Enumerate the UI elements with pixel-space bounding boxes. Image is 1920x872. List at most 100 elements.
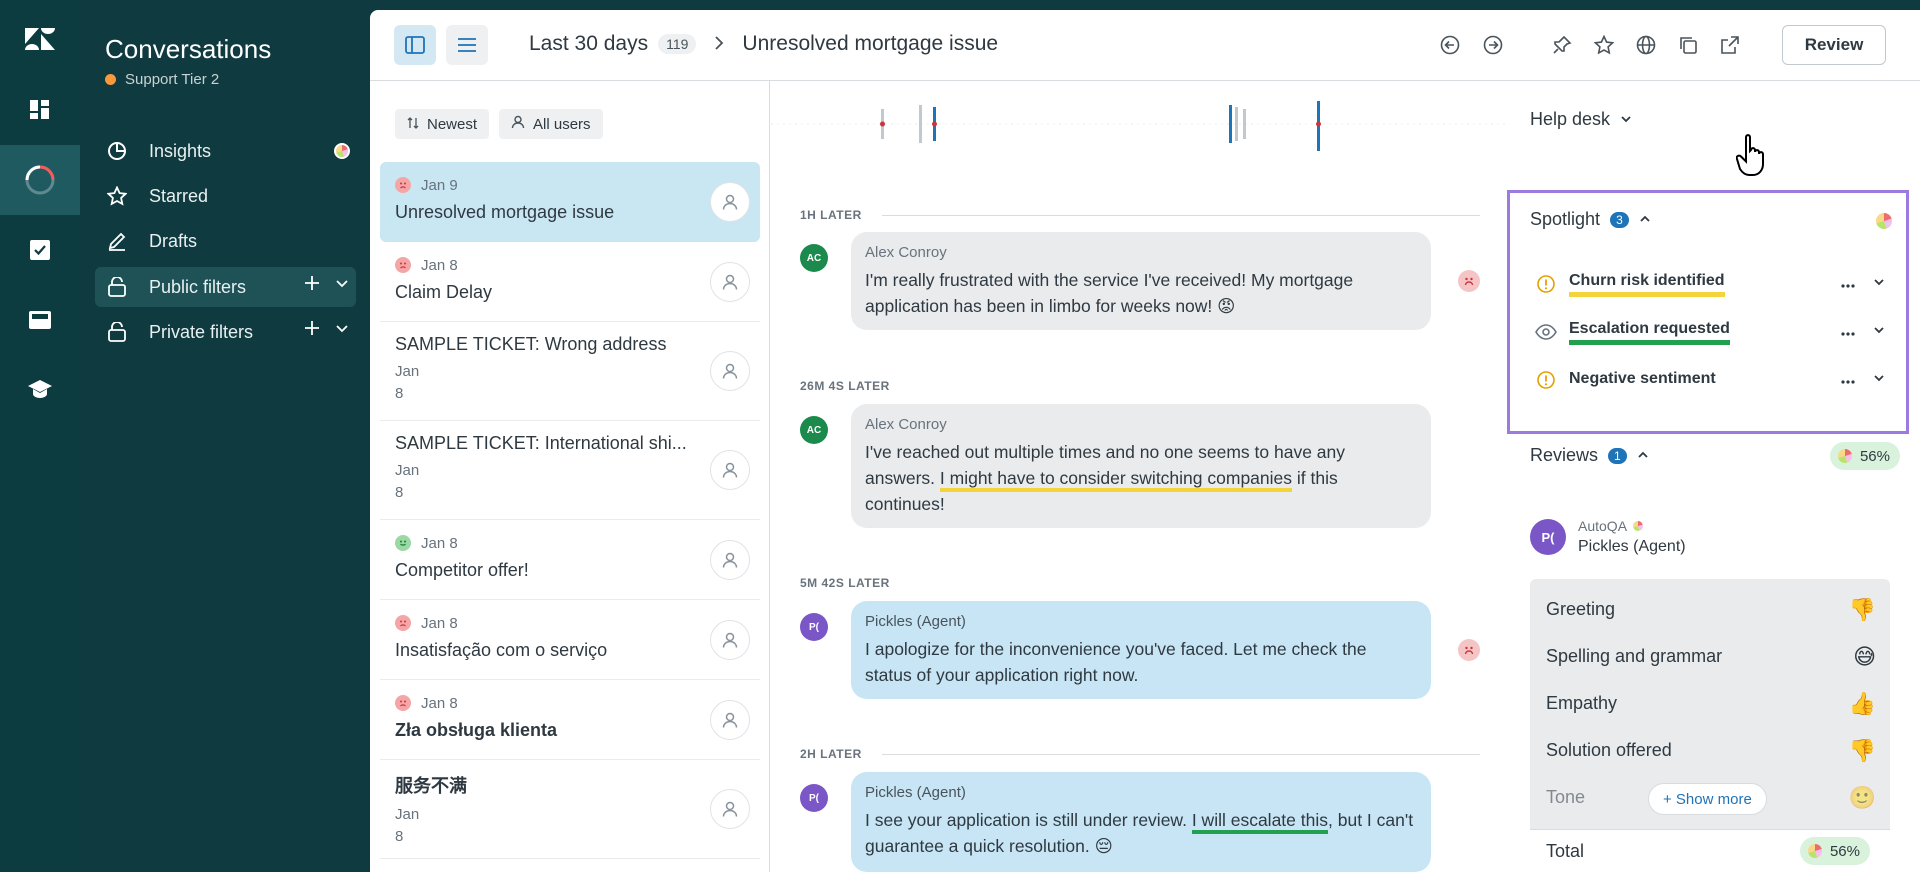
show-more-button[interactable]: + Show more [1648, 783, 1767, 815]
chevron-up-icon[interactable] [1637, 445, 1649, 466]
toggle-sidebar-button[interactable] [394, 25, 436, 65]
spotlight-title: Spotlight [1530, 209, 1601, 229]
ticket-subject: Zła obsługa klienta [395, 720, 558, 740]
total-score: 56% [1829, 842, 1860, 860]
spotlight-label: Escalation requested [1569, 320, 1730, 345]
timeline-track[interactable] [771, 81, 1509, 151]
zendesk-logo-icon[interactable] [0, 4, 80, 74]
avatar: P( [800, 613, 828, 641]
nav-item-label: Private filters [149, 321, 254, 342]
pin-icon[interactable] [1550, 33, 1574, 57]
ticket-row[interactable]: SAMPLE TICKET: International shi... Jan 8 [380, 421, 760, 520]
chevron-down-icon[interactable] [334, 320, 350, 341]
chevron-down-icon[interactable] [1873, 323, 1885, 341]
score-pie-icon [1837, 449, 1852, 463]
ticket-subject: 服务不满 [395, 776, 467, 796]
escalation-highlight[interactable]: I will escalate this [1191, 810, 1328, 834]
more-options-icon[interactable] [1841, 323, 1855, 341]
more-options-icon[interactable] [1841, 371, 1855, 389]
nav-item-drafts[interactable]: Drafts [95, 221, 356, 261]
ticket-row[interactable]: Jan 8 Insatisfação com o serviço [380, 600, 760, 680]
ticket-row[interactable]: 服务不满 Jan 8 [380, 760, 760, 859]
ticket-date-day: 8 [395, 385, 404, 402]
ticket-date-day: 8 [395, 484, 404, 501]
ticket-date: Jan 9 [421, 176, 458, 194]
ticket-date: Jan 8 [421, 614, 458, 632]
negative-sentiment-icon [1458, 270, 1480, 292]
nav-item-insights[interactable]: Insights [95, 131, 356, 171]
helpdesk-label: Help desk [1530, 109, 1611, 129]
sort-filter-chip[interactable]: Newest [395, 109, 490, 139]
spotlight-item[interactable]: Escalation requested [1535, 314, 1885, 350]
graduation-cap-icon[interactable] [0, 355, 80, 425]
add-filter-icon[interactable] [304, 275, 320, 296]
assign-user-icon[interactable] [710, 539, 750, 580]
nav-item-private-filters[interactable]: Private filters [95, 312, 356, 352]
churn-risk-highlight[interactable]: I might have to consider switching compa… [939, 468, 1293, 492]
helpdesk-dropdown[interactable]: Help desk [1530, 109, 1632, 130]
breadcrumb-range[interactable]: Last 30 days [529, 32, 648, 56]
main-panel: Last 30 days 119 Unresolved mortgage iss… [370, 10, 1920, 872]
negative-sentiment-icon [1458, 639, 1480, 661]
review-category[interactable]: Empathy 👍 [1546, 691, 1876, 716]
ticket-date-month: Jan [395, 806, 420, 823]
more-options-icon[interactable] [1841, 275, 1855, 293]
nav-item-label: Drafts [149, 230, 198, 251]
review-score-badge: 56% [1829, 442, 1900, 470]
users-filter-chip[interactable]: All users [499, 109, 603, 139]
checklist-icon[interactable] [0, 215, 80, 285]
hand-cursor-icon [1735, 133, 1772, 182]
insights-score-icon [334, 143, 350, 159]
review-category[interactable]: Spelling and grammar 😅 [1546, 644, 1876, 669]
external-link-icon[interactable] [1718, 33, 1742, 57]
ticket-row[interactable]: Jan 8 Zła obsługa klienta [380, 680, 760, 760]
assign-user-icon[interactable] [710, 450, 750, 490]
star-icon[interactable] [1592, 33, 1616, 57]
assign-user-icon[interactable] [710, 182, 750, 222]
chevron-up-icon[interactable] [1639, 209, 1651, 230]
spotlight-item[interactable]: Negative sentiment [1535, 362, 1885, 398]
inbox-icon[interactable] [0, 285, 80, 355]
spotlight-item[interactable]: Churn risk identified [1535, 266, 1885, 302]
ticket-date-day: 8 [395, 828, 404, 845]
copy-icon[interactable] [1676, 33, 1700, 57]
ticket-row[interactable]: Jan 8 Competitor offer! [380, 520, 760, 600]
list-view-button[interactable] [446, 25, 488, 65]
add-filter-icon[interactable] [304, 320, 320, 341]
dashboard-icon[interactable] [0, 75, 80, 145]
ticket-list: Newest All users Jan 9 Unresolved mortga… [370, 81, 770, 872]
assign-user-icon[interactable] [710, 789, 750, 829]
next-arrow-icon[interactable] [1481, 33, 1505, 57]
negative-face-icon [395, 177, 411, 193]
nav-item-starred[interactable]: Starred [95, 176, 356, 216]
ticket-row[interactable]: Jan 8 Claim Delay [380, 242, 760, 322]
clock-chart-icon [105, 139, 129, 163]
workspace-name: Support Tier 2 [125, 71, 220, 88]
review-agent: P( AutoQA Pickles (Agent) [1530, 518, 1686, 556]
review-category[interactable]: Solution offered 👎 [1546, 738, 1876, 763]
assign-user-icon[interactable] [710, 261, 750, 302]
chevron-right-icon [714, 32, 724, 56]
assign-user-icon[interactable] [710, 351, 750, 391]
workspace-selector[interactable]: Support Tier 2 [105, 71, 219, 88]
ticket-row[interactable]: Jan 9 Unresolved mortgage issue [380, 162, 760, 242]
nav-item-label: Public filters [149, 276, 247, 297]
reviewer-score-icon [1633, 521, 1644, 531]
score-pie-icon [1807, 844, 1822, 858]
count-badge: 1 [1608, 447, 1627, 464]
chevron-down-icon[interactable] [1873, 275, 1885, 293]
globe-icon[interactable] [1634, 33, 1658, 57]
alert-circle-icon [1535, 273, 1557, 295]
chevron-down-icon[interactable] [334, 275, 350, 296]
slight-smile-icon: 🙂 [1848, 784, 1876, 810]
chevron-down-icon[interactable] [1873, 371, 1885, 389]
previous-arrow-icon[interactable] [1438, 33, 1462, 57]
nav-item-public-filters[interactable]: Public filters [95, 267, 356, 307]
review-category[interactable]: Greeting 👎 [1546, 597, 1876, 622]
ticket-row[interactable]: SAMPLE TICKET: Wrong address Jan 8 [380, 322, 760, 421]
assign-user-icon[interactable] [710, 699, 750, 740]
assign-user-icon[interactable] [710, 619, 750, 660]
qa-spinner-icon[interactable] [0, 145, 80, 215]
review-button[interactable]: Review [1782, 25, 1886, 65]
sort-arrows-icon [407, 116, 419, 133]
